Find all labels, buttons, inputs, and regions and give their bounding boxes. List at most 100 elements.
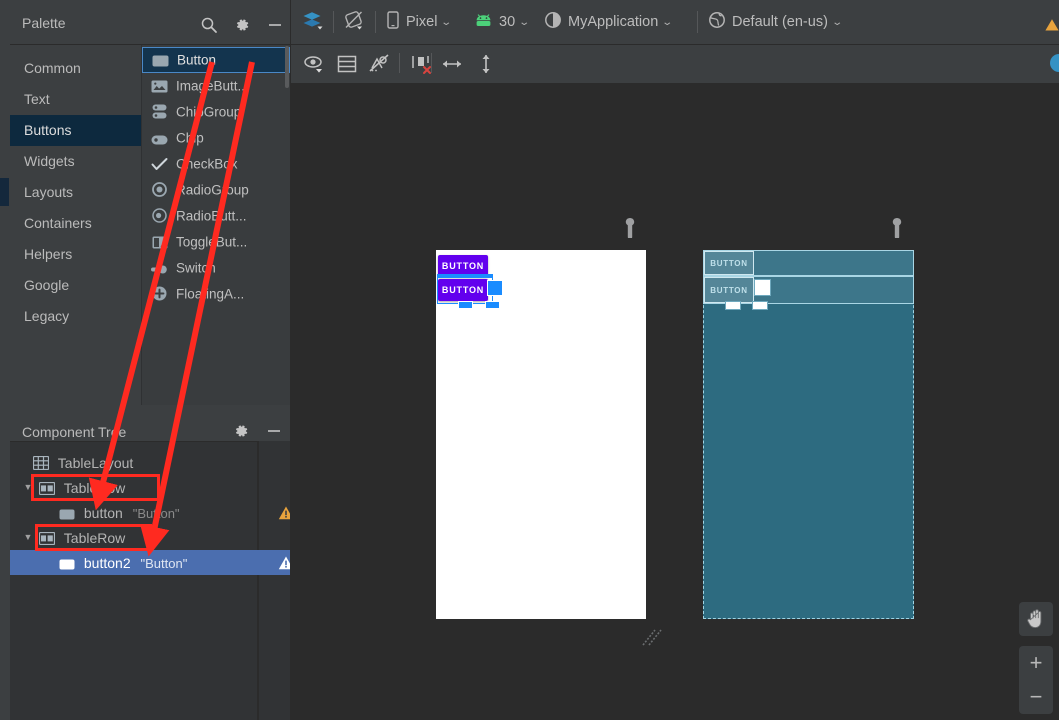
palette-item-imagebutton[interactable]: ImageButt... (142, 73, 290, 99)
toolbar-separator (399, 53, 400, 73)
resize-handle-icon[interactable] (641, 626, 663, 648)
orientation-button[interactable] (343, 7, 365, 37)
chevron-down-icon[interactable]: ⌄ (441, 17, 453, 28)
tree-node-label: button2 (83, 554, 131, 571)
design-surface[interactable]: BUTTON BUTTON BUTTON BUTTON + − (290, 83, 1059, 720)
warning-triangle-icon[interactable] (1045, 18, 1059, 32)
zoom-controls[interactable]: + − (1019, 646, 1053, 714)
blueprint-resize-handle-right[interactable] (754, 279, 771, 296)
palette-item-radiogroup[interactable]: RadioGroup (142, 177, 290, 203)
design-render-preview[interactable]: BUTTON BUTTON (436, 250, 646, 619)
chevron-down-icon[interactable]: ⌄ (518, 17, 530, 28)
palette-category-containers[interactable]: Containers (10, 208, 141, 239)
palette-category-layouts[interactable]: Layouts (10, 177, 141, 208)
blueprint-resize-handle-bottom-right[interactable] (752, 301, 768, 310)
palette-category-helpers[interactable]: Helpers (10, 239, 141, 270)
tree-node-button2[interactable]: button2 "Button" (10, 550, 306, 575)
annotation-box-tablerow-1 (31, 474, 160, 501)
minimize-icon[interactable] (266, 16, 284, 34)
view-options-icon[interactable] (302, 52, 328, 76)
globe-icon (708, 11, 726, 33)
gear-icon[interactable] (233, 16, 251, 34)
table-layout-icon (32, 453, 50, 471)
palette-category-buttons[interactable]: Buttons (10, 115, 141, 146)
chip-icon (150, 128, 169, 145)
tree-expand-arrow[interactable]: ▼ (22, 525, 34, 550)
gear-icon[interactable] (232, 422, 250, 440)
tree-node-tablelayout[interactable]: TableLayout (10, 450, 264, 475)
android-studio-layout-editor: Palette Common Text Buttons Widgets Layo… (0, 0, 1059, 720)
annotation-box-tablerow-2 (35, 524, 152, 551)
zoom-in-button[interactable]: + (1019, 646, 1053, 680)
wrench-icon[interactable] (891, 218, 903, 240)
button-icon (58, 553, 76, 570)
tree-node-button[interactable]: button "Button" (10, 500, 306, 525)
toolbar-separator (333, 11, 334, 33)
palette-item-floatingactionbutton[interactable]: FloatingA... (142, 281, 290, 307)
blueprint-button-2[interactable]: BUTTON (704, 277, 754, 303)
category-label: Helpers (24, 246, 73, 262)
blueprint-button-label: BUTTON (710, 258, 748, 268)
hide-blueprint-icon[interactable] (366, 52, 392, 76)
palette-item-list[interactable]: Button ImageButt... ChipGroup Chip Check… (141, 45, 290, 405)
rotate-device-icon (343, 9, 365, 35)
selection-row-bar (437, 274, 493, 278)
floating-action-button-icon (150, 284, 169, 301)
theme-selector[interactable]: MyApplication ⌄ (544, 7, 674, 37)
palette-item-label: ChipGroup (176, 104, 242, 120)
chevron-down-icon[interactable]: ⌄ (831, 17, 843, 28)
pan-hand-icon[interactable] (1019, 602, 1053, 636)
palette-scrollbar[interactable] (285, 46, 289, 88)
zoom-out-button[interactable]: − (1019, 680, 1053, 714)
device-selector[interactable]: Pixel ⌄ (386, 7, 453, 37)
blueprint-resize-handle-bottom-left[interactable] (725, 301, 741, 310)
palette-title: Palette (22, 15, 66, 31)
resize-handle-right[interactable] (487, 280, 503, 296)
palette-item-togglebutton[interactable]: ToggleBut... (142, 229, 290, 255)
category-label: Text (24, 91, 50, 107)
palette-item-label: FloatingA... (176, 286, 245, 302)
left-tool-rail (0, 0, 10, 720)
category-label: Common (24, 60, 81, 76)
palette-item-radiobutton[interactable]: RadioButt... (142, 203, 290, 229)
palette-item-label: RadioButt... (176, 208, 247, 224)
vertical-guideline-icon[interactable] (473, 52, 499, 76)
phone-icon (386, 11, 400, 33)
palette-category-google[interactable]: Google (10, 270, 141, 301)
palette-item-label: ImageButt... (176, 78, 249, 94)
api-level-selector[interactable]: 30 ⌄ (474, 7, 530, 37)
preview-button-label: BUTTON (441, 261, 485, 271)
category-label: Google (24, 277, 70, 293)
blueprint-preview[interactable]: BUTTON BUTTON (703, 250, 914, 619)
checkbox-icon (150, 154, 169, 170)
minimize-icon[interactable] (265, 422, 283, 440)
palette-category-list[interactable]: Common Text Buttons Widgets Layouts Cont… (10, 45, 141, 405)
palette-item-switch[interactable]: Switch (142, 255, 290, 281)
layout-decorations-icon[interactable] (334, 52, 360, 76)
locale-selector[interactable]: Default (en-us) ⌄ (708, 7, 843, 37)
tree-node-label: TableLayout (57, 454, 134, 471)
palette-category-text[interactable]: Text (10, 84, 141, 115)
palette-item-chip[interactable]: Chip (142, 125, 290, 151)
api-level-label: 30 (499, 14, 516, 30)
palette-category-common[interactable]: Common (10, 53, 141, 84)
palette-item-checkbox[interactable]: CheckBox (142, 151, 290, 177)
design-surface-mode-button[interactable] (301, 7, 323, 37)
search-icon[interactable] (200, 16, 218, 34)
category-label: Layouts (24, 184, 74, 200)
blueprint-button-label: BUTTON (710, 285, 748, 295)
palette-item-chipgroup[interactable]: ChipGroup (142, 99, 290, 125)
horizontal-guideline-icon[interactable] (439, 52, 465, 76)
palette-item-label: Button (177, 52, 217, 68)
resize-handle-bottom-left[interactable] (458, 301, 473, 309)
palette-item-button[interactable]: Button (142, 47, 290, 73)
palette-category-legacy[interactable]: Legacy (10, 301, 141, 332)
layers-icon (301, 9, 323, 35)
design-surface-toolbar (290, 44, 1059, 83)
palette-category-widgets[interactable]: Widgets (10, 146, 141, 177)
chevron-down-icon[interactable]: ⌄ (662, 17, 674, 28)
blueprint-button-1[interactable]: BUTTON (704, 251, 754, 275)
wrench-icon[interactable] (624, 218, 636, 240)
resize-handle-bottom-right[interactable] (485, 301, 500, 309)
image-button-icon (150, 76, 169, 93)
